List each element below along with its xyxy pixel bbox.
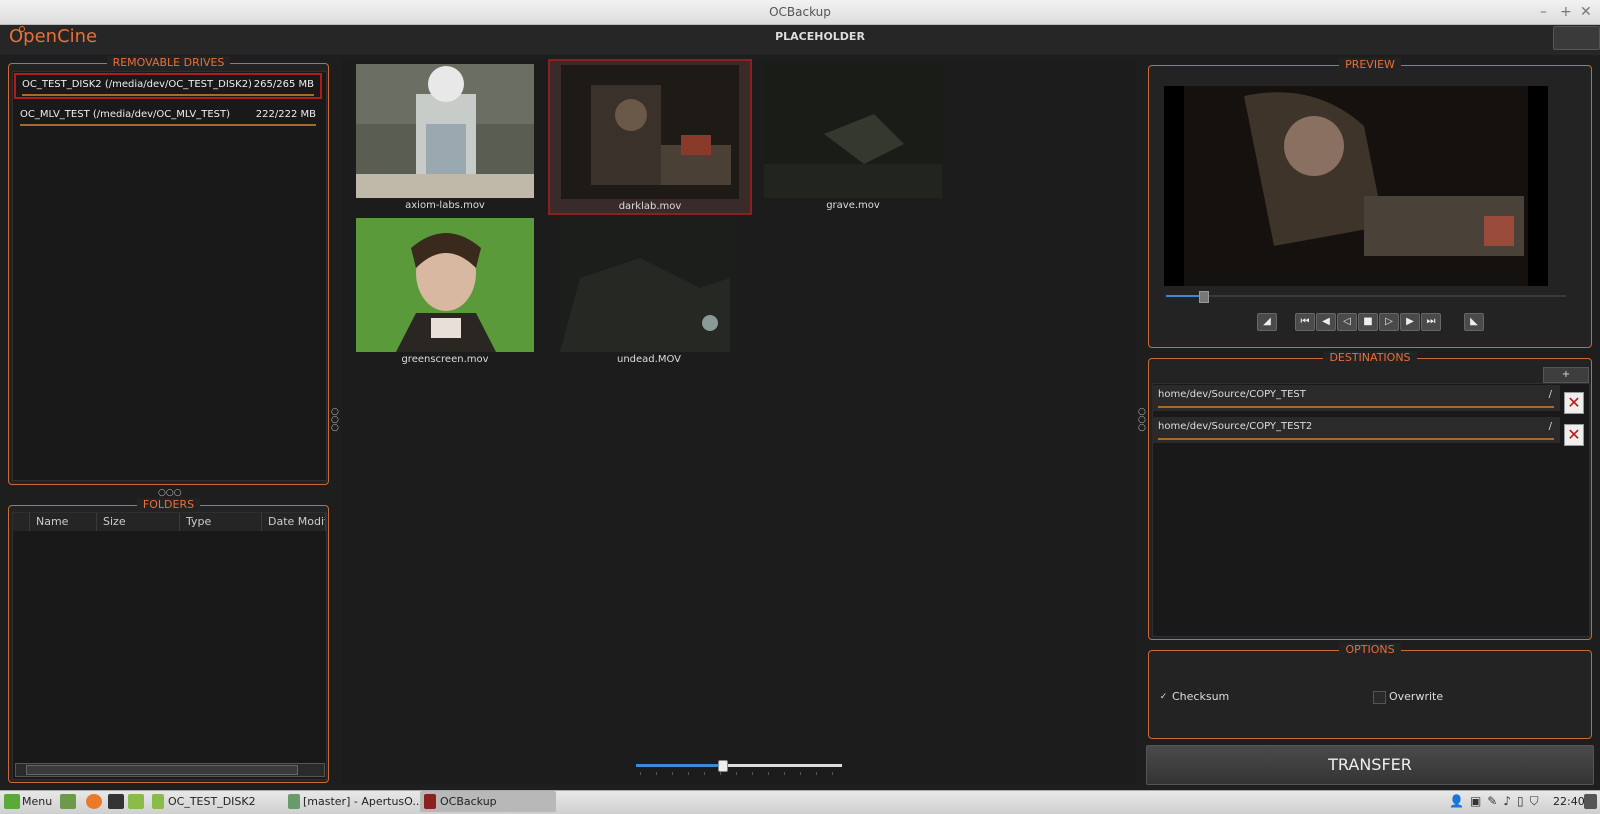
clip-label: undead.MOV (617, 354, 681, 365)
system-tray[interactable]: 👤▣✎♪▯⛉ (1449, 794, 1545, 809)
drive-usage-bar (20, 124, 316, 126)
skip-start-button[interactable]: ⏮ (1295, 313, 1315, 331)
preview-panel: PREVIEW (1148, 58, 1592, 348)
clip-thumbnail-selected[interactable]: darklab.mov (548, 59, 752, 215)
opencine-logo: OpenCine (9, 26, 98, 47)
play-button[interactable]: ▷ (1379, 313, 1399, 331)
terminal-icon[interactable] (108, 794, 124, 809)
window-title-bar: OCBackup (0, 0, 1600, 25)
menu-icon[interactable] (4, 794, 20, 809)
minimize-button[interactable]: – (1540, 0, 1547, 24)
clip-image (356, 218, 534, 352)
maximize-button[interactable]: + (1560, 0, 1572, 24)
clock: 22:40 (1553, 795, 1585, 808)
horizontal-scrollbar[interactable] (15, 763, 325, 777)
clip-label: darklab.mov (618, 201, 682, 212)
header-title: PLACEHOLDER (775, 30, 865, 43)
in-point-button[interactable]: ◢ (1257, 313, 1277, 331)
checksum-label: Checksum (1172, 690, 1230, 703)
preview-title: PREVIEW (1339, 58, 1401, 71)
app-icon (288, 794, 300, 809)
task-apertus[interactable]: [master] - ApertusO... (303, 792, 423, 811)
next-frame-button[interactable]: ▶ (1400, 313, 1420, 331)
close-button[interactable]: ✕ (1580, 0, 1592, 24)
checksum-checkbox[interactable]: ✓ (1157, 691, 1170, 704)
clip-thumbnail[interactable]: grave.mov (764, 62, 946, 214)
drives-list (12, 71, 327, 481)
task-oc-test-disk2[interactable]: OC_TEST_DISK2 (168, 792, 256, 811)
destination-item[interactable]: home/dev/Source/COPY_TEST2/ (1152, 417, 1560, 443)
playback-progress[interactable] (1166, 291, 1566, 303)
preview-video (1164, 86, 1548, 286)
remove-destination-icon[interactable]: ✕ (1564, 424, 1584, 446)
destination-progress-bar (1158, 406, 1554, 408)
clip-image (560, 218, 738, 352)
right-splitter-handle[interactable]: ○ ○ ○ (1138, 408, 1146, 433)
add-destination-button[interactable]: + (1543, 367, 1589, 383)
options-title: OPTIONS (1339, 643, 1401, 656)
drive-item[interactable]: OC_TEST_DISK2 (/media/dev/OC_TEST_DISK2)… (14, 73, 322, 99)
window-title: OCBackup (769, 5, 831, 19)
progress-fill (1166, 295, 1201, 297)
folders-table: Name Size Type Date Modified (12, 512, 327, 780)
transfer-button[interactable]: TRANSFER (1146, 745, 1594, 785)
ocbackup-icon (424, 794, 436, 809)
clip-thumbnail[interactable]: axiom-labs.mov (352, 62, 534, 214)
clip-label: grave.mov (826, 200, 880, 211)
slider-handle[interactable] (718, 760, 728, 772)
slider-ticks (640, 772, 840, 775)
drive-item[interactable]: OC_MLV_TEST (/media/dev/OC_MLV_TEST) 222/… (14, 105, 322, 131)
clip-label: greenscreen.mov (401, 354, 489, 365)
overwrite-label: Overwrite (1389, 690, 1444, 703)
clip-label: axiom-labs.mov (405, 200, 485, 211)
menu-button[interactable]: Menu (22, 792, 52, 811)
stop-button[interactable]: ■ (1358, 313, 1378, 331)
slider-fill (636, 764, 722, 767)
folders-title: FOLDERS (136, 498, 201, 511)
task-ocbackup[interactable]: OCBackup (440, 792, 497, 811)
left-splitter-handle[interactable]: ○ ○ ○ (331, 408, 339, 433)
thumbnail-size-slider[interactable] (636, 760, 842, 772)
clip-image (764, 64, 942, 198)
progress-handle[interactable] (1199, 291, 1209, 303)
column-size[interactable]: Size (97, 513, 180, 531)
clip-thumbnail[interactable]: greenscreen.mov (352, 216, 534, 368)
splitter-handle[interactable]: ○○○ (158, 489, 182, 498)
folder-icon (152, 794, 164, 809)
desktop-icon[interactable] (1584, 794, 1597, 809)
folders-panel: FOLDERS Name Size Type Date Modified (8, 498, 329, 783)
destinations-title: DESTINATIONS (1323, 351, 1417, 364)
firefox-icon[interactable] (86, 794, 102, 809)
header-menu-button[interactable] (1553, 26, 1600, 50)
play-reverse-button[interactable]: ◁ (1337, 313, 1357, 331)
column-name[interactable]: Name (30, 513, 97, 531)
table-header-spacer (13, 513, 30, 531)
out-point-button[interactable]: ◣ (1464, 313, 1484, 331)
clip-image (561, 65, 739, 199)
show-desktop-icon[interactable] (60, 794, 76, 809)
scrollbar-thumb[interactable] (26, 765, 298, 775)
prev-frame-button[interactable]: ◀ (1316, 313, 1336, 331)
removable-drives-panel: REMOVABLE DRIVES OC_TEST_DISK2 (/media/d… (8, 56, 329, 485)
files-icon[interactable] (128, 794, 144, 809)
remove-destination-icon[interactable]: ✕ (1564, 392, 1584, 414)
skip-end-button[interactable]: ⏭ (1421, 313, 1441, 331)
clip-thumbnail[interactable]: undead.MOV (558, 216, 740, 368)
overwrite-checkbox[interactable] (1373, 691, 1386, 704)
removable-drives-title: REMOVABLE DRIVES (106, 56, 231, 69)
clip-image (356, 64, 534, 198)
column-date-modified[interactable]: Date Modified (262, 513, 326, 531)
destination-item[interactable]: home/dev/Source/COPY_TEST / (1152, 385, 1560, 411)
drive-usage-bar (22, 94, 314, 96)
destination-progress-bar (1158, 438, 1554, 440)
column-type[interactable]: Type (180, 513, 262, 531)
